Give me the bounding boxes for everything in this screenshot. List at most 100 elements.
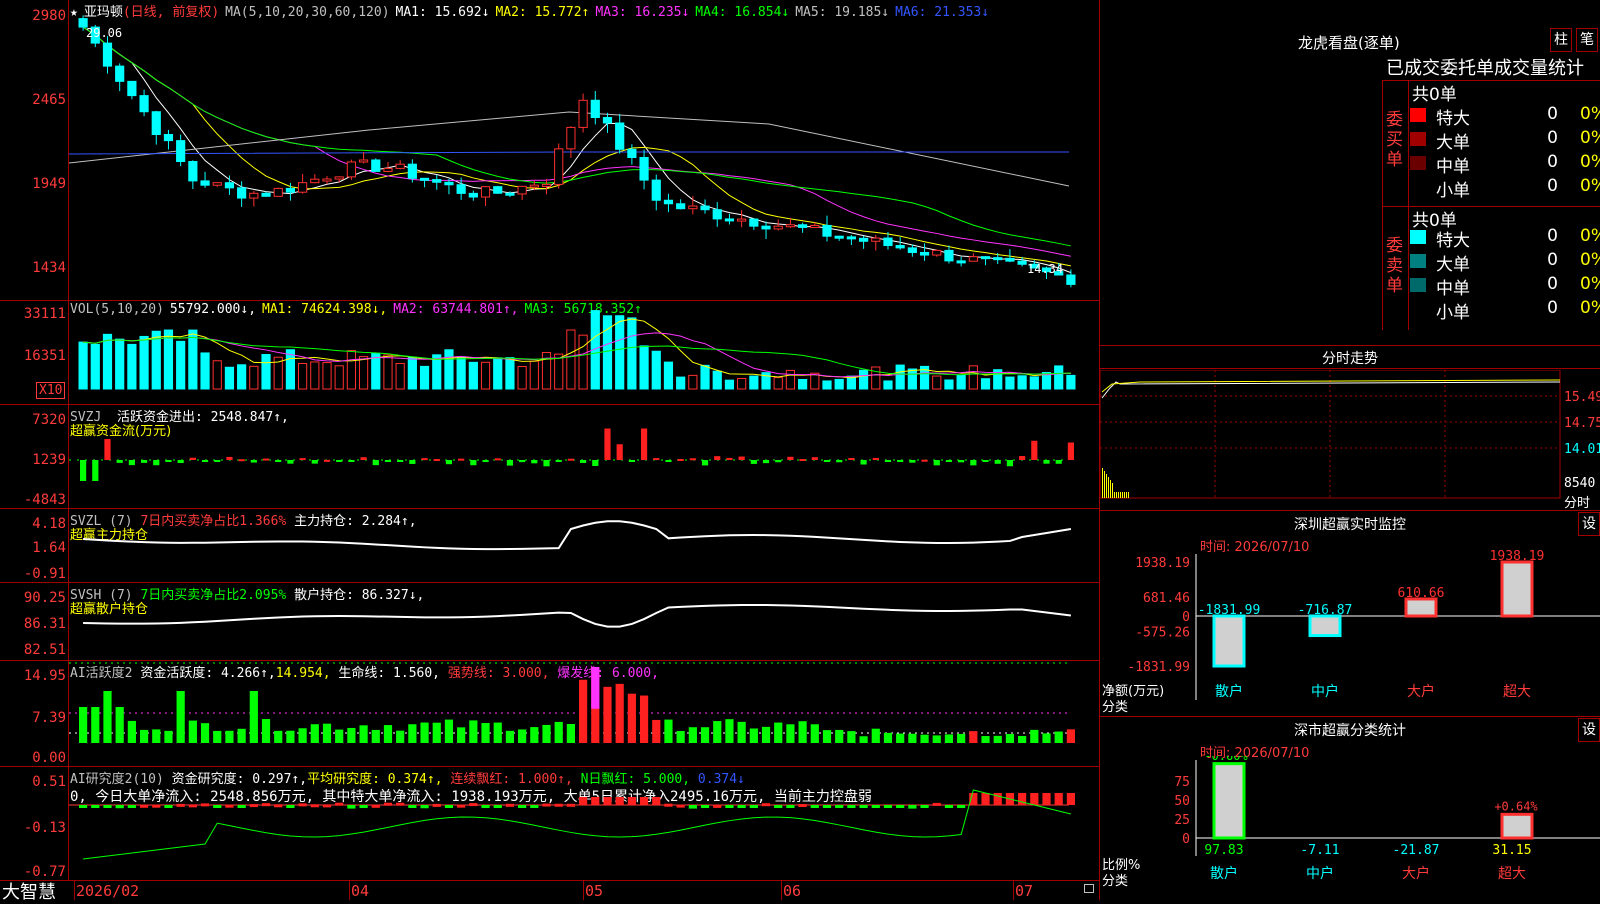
candle-body bbox=[980, 256, 991, 260]
volume-bar bbox=[566, 329, 576, 390]
candlestick-chart[interactable] bbox=[69, 0, 1099, 300]
volume-bar bbox=[468, 361, 478, 390]
research-chart[interactable] bbox=[69, 767, 1099, 880]
activity-bar bbox=[859, 736, 868, 743]
research-bar bbox=[213, 805, 222, 808]
research-bar bbox=[603, 797, 612, 805]
y-tick: 14.01 bbox=[1564, 442, 1600, 457]
y-tick: -0.91 bbox=[23, 566, 66, 582]
research-bar bbox=[481, 805, 490, 809]
lock-icon[interactable] bbox=[1084, 884, 1094, 893]
research-bar bbox=[786, 805, 795, 808]
candle-body bbox=[395, 163, 405, 169]
fund-flow-bar bbox=[214, 460, 221, 462]
volume-bar bbox=[1029, 376, 1039, 390]
research-bar bbox=[274, 804, 283, 808]
fund-flow-bar bbox=[958, 460, 965, 463]
classify-settings-button[interactable]: 设 bbox=[1578, 718, 1600, 742]
monitor-settings-button[interactable]: 设 bbox=[1578, 512, 1600, 536]
date-label: 04 bbox=[351, 882, 370, 900]
fund-flow-bar bbox=[1006, 460, 1014, 467]
fund-flow-bar bbox=[409, 460, 416, 464]
divider bbox=[1100, 716, 1600, 717]
divider bbox=[1100, 368, 1600, 369]
volume-bar bbox=[529, 360, 539, 390]
activity-bar bbox=[944, 734, 954, 743]
activity-bar bbox=[981, 736, 990, 743]
intraday-volume-bar bbox=[1108, 477, 1109, 498]
right-panel: 龙虎看盘(逐单) 柱 笔 已成交委托单成交量统计 共0单 委买单 共0单 委卖单… bbox=[1100, 0, 1600, 900]
tick-mode-button[interactable]: 笔 bbox=[1576, 28, 1598, 52]
category-label: 中户 bbox=[1306, 865, 1334, 882]
chart-area[interactable]: ★ 亚玛顿(日线, 前复权) MA(5,10,20,30,60,120) MA1: 1… bbox=[0, 0, 1100, 903]
activity-chart[interactable] bbox=[69, 661, 1099, 766]
candle-body bbox=[919, 251, 930, 256]
category-label: 散户 bbox=[1215, 683, 1243, 700]
volume-chart[interactable] bbox=[69, 301, 1099, 404]
fund-flow-bar bbox=[226, 456, 233, 460]
order-count: 0 bbox=[1547, 226, 1558, 246]
activity-bar bbox=[835, 729, 844, 743]
activity-bar bbox=[347, 727, 356, 743]
volume-bar bbox=[651, 350, 661, 390]
candle-body bbox=[468, 192, 478, 198]
category-label: 超大 bbox=[1503, 684, 1531, 700]
candle-body bbox=[541, 183, 552, 187]
candle-body bbox=[249, 192, 259, 199]
volume-bar bbox=[712, 370, 722, 390]
date-label: 2026/02 bbox=[76, 882, 140, 900]
activity-bar bbox=[957, 733, 966, 743]
date-tick bbox=[349, 880, 350, 900]
main-holding-chart[interactable] bbox=[69, 509, 1099, 582]
volume-bar bbox=[663, 361, 674, 390]
bar-value-label: -1831.99 bbox=[1198, 603, 1261, 618]
date-label: 06 bbox=[783, 882, 802, 900]
volume-bar bbox=[188, 329, 198, 390]
research-bar bbox=[920, 805, 929, 808]
activity-bar bbox=[1042, 733, 1051, 743]
fund-flow-bar bbox=[336, 460, 343, 462]
volume-bar bbox=[956, 374, 966, 390]
order-percent: 0% bbox=[1580, 104, 1600, 124]
intraday-volume-bar bbox=[1128, 492, 1129, 498]
fund-flow-bar bbox=[897, 460, 904, 462]
volume-bar bbox=[456, 356, 466, 390]
retail-holding-chart[interactable] bbox=[69, 583, 1099, 660]
fund-flow-bar bbox=[470, 460, 477, 466]
pane-divider bbox=[0, 880, 1100, 881]
legend-swatch bbox=[1410, 108, 1426, 122]
fund-flow-bar bbox=[592, 460, 599, 466]
fund-flow-bar bbox=[506, 460, 514, 466]
bar-mode-button[interactable]: 柱 bbox=[1550, 28, 1572, 52]
fund-flow-chart[interactable] bbox=[69, 405, 1099, 508]
candle-body bbox=[578, 99, 588, 128]
volume-bar bbox=[505, 357, 515, 390]
candle-body bbox=[407, 163, 417, 179]
monitor-bar-chart[interactable]: 1938.19 681.46 0-575.26 -1831.99 -1831.99 散户 -… bbox=[1100, 550, 1600, 716]
candle-body bbox=[602, 117, 613, 124]
fund-flow-bar bbox=[836, 460, 843, 463]
category-label: 超大 bbox=[1498, 866, 1526, 882]
activity-bar bbox=[1066, 729, 1075, 743]
order-percent: 0% bbox=[1580, 176, 1600, 196]
volume-bar bbox=[615, 315, 625, 390]
category-label: 大户 bbox=[1402, 865, 1430, 882]
vol-unit-badge[interactable]: X10 bbox=[36, 382, 66, 399]
high-price-label: 29.06 bbox=[86, 26, 123, 40]
candle-body bbox=[712, 209, 722, 220]
sell-side-label: 委卖单 bbox=[1386, 236, 1403, 296]
volume-bar bbox=[200, 352, 210, 390]
fund-flow-bar bbox=[555, 460, 562, 462]
y-tick: 15.49 bbox=[1564, 390, 1600, 405]
volume-bar bbox=[932, 375, 942, 390]
fund-flow-bar bbox=[433, 459, 440, 462]
research-bar bbox=[652, 797, 661, 805]
intraday-chart[interactable] bbox=[1100, 370, 1600, 510]
fund-flow-bar bbox=[201, 460, 209, 462]
fund-flow-bar bbox=[653, 458, 660, 461]
volume-bar bbox=[834, 378, 844, 390]
classify-bar-chart[interactable]: 75 50 25 0 97.83 散户 -7.11 中户 -21.87 大户 31.15 超大 -0.6… bbox=[1100, 756, 1600, 900]
research-bar bbox=[249, 804, 258, 808]
research-bar bbox=[676, 804, 685, 808]
y-tick: 1434 bbox=[32, 260, 66, 276]
